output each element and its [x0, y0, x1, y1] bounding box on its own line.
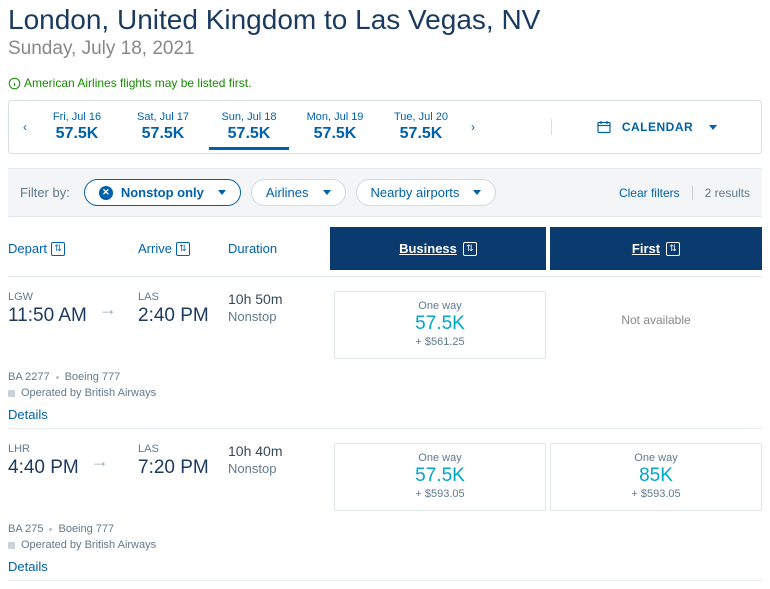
fare-business[interactable]: One way57.5K+ $561.25: [334, 291, 546, 359]
cabin-business-header[interactable]: Business ⇅: [330, 227, 546, 270]
date-cell-1[interactable]: Sat, Jul 17 57.5K: [123, 105, 203, 150]
arr-time: 2:40 PM: [138, 305, 228, 327]
details-link[interactable]: Details: [8, 559, 762, 574]
flight-number: BA 2277: [8, 371, 50, 383]
flight-meta: BA 275 Boeing 777: [8, 523, 762, 535]
info-icon: [8, 77, 21, 90]
calendar-label: CALENDAR: [622, 120, 693, 134]
carrier-indicator-icon: [8, 390, 15, 397]
filter-bar: Filter by: ✕ Nonstop only Airlines Nearb…: [8, 168, 762, 217]
flight-meta: BA 2277 Boeing 777: [8, 371, 762, 383]
fare-first-na: Not available: [550, 291, 762, 327]
date-price: 57.5K: [295, 125, 375, 143]
route-date: Sunday, July 18, 2021: [8, 38, 762, 60]
fare-type: One way: [335, 300, 545, 312]
duration-value: 10h 50m: [228, 291, 330, 307]
carrier-indicator-icon: [8, 542, 15, 549]
fare-cash: + $561.25: [335, 336, 545, 348]
date-cell-2[interactable]: Sun, Jul 18 57.5K: [209, 105, 289, 150]
sort-icon: ⇅: [666, 242, 680, 256]
chevron-down-icon: [473, 190, 481, 195]
chevron-down-icon: [323, 190, 331, 195]
arr-code: LAS: [138, 291, 228, 303]
route-arrow-icon: →: [91, 451, 109, 472]
details-link[interactable]: Details: [8, 407, 762, 422]
date-label: Mon, Jul 19: [295, 111, 375, 123]
dep-time: 4:40 PM: [8, 457, 79, 479]
date-label: Tue, Jul 20: [381, 111, 461, 123]
fare-miles: 57.5K: [335, 313, 545, 335]
arr-time: 7:20 PM: [138, 457, 228, 479]
date-carousel: ‹ Fri, Jul 1657.5KSat, Jul 1757.5KSun, J…: [8, 100, 762, 154]
date-label: Sat, Jul 17: [123, 111, 203, 123]
priority-notice: American Airlines flights may be listed …: [8, 76, 762, 90]
chevron-down-icon: [709, 125, 717, 130]
filter-nonstop-label: Nonstop only: [121, 185, 204, 200]
filter-nearby-label: Nearby airports: [371, 185, 460, 200]
fare-cash: + $593.05: [335, 488, 545, 500]
sort-arrive-label: Arrive: [138, 241, 172, 256]
filter-nonstop-pill[interactable]: ✕ Nonstop only: [84, 179, 241, 206]
calendar-button[interactable]: CALENDAR: [551, 119, 761, 135]
date-cell-0[interactable]: Fri, Jul 16 57.5K: [37, 105, 117, 150]
flight-row: LHR 4:40 PM → LAS 7:20 PM10h 40m Nonstop One w…: [8, 429, 762, 581]
results-header-row: Depart ⇅ Arrive ⇅ Duration Business ⇅ Fi…: [8, 227, 762, 270]
sort-depart-label: Depart: [8, 241, 47, 256]
fare-first[interactable]: One way85K+ $593.05: [550, 443, 762, 511]
sort-duration[interactable]: Duration: [228, 233, 330, 264]
date-label: Fri, Jul 16: [37, 111, 117, 123]
fare-cash: + $593.05: [551, 488, 761, 500]
date-next-button[interactable]: ›: [465, 112, 481, 142]
fare-type: One way: [551, 452, 761, 464]
operated-by: Operated by British Airways: [8, 539, 762, 551]
duration-value: 10h 40m: [228, 443, 330, 459]
clear-filters-link[interactable]: Clear filters: [619, 186, 680, 200]
aircraft-type: Boeing 777: [58, 523, 114, 535]
cabin-business-label: Business: [399, 241, 457, 256]
filter-airlines-pill[interactable]: Airlines: [251, 179, 346, 206]
date-price: 57.5K: [123, 125, 203, 143]
cabin-first-header[interactable]: First ⇅: [550, 227, 762, 270]
remove-filter-icon[interactable]: ✕: [99, 186, 113, 200]
sort-icon: ⇅: [176, 242, 190, 256]
cabin-first-label: First: [632, 241, 660, 256]
fare-type: One way: [335, 452, 545, 464]
dep-time: 11:50 AM: [8, 305, 87, 327]
stops-value: Nonstop: [228, 309, 330, 324]
dep-code: LHR: [8, 443, 79, 455]
results-count: 2 results: [692, 186, 750, 200]
filter-airlines-label: Airlines: [266, 185, 309, 200]
aircraft-type: Boeing 777: [65, 371, 121, 383]
filter-nearby-pill[interactable]: Nearby airports: [356, 179, 497, 206]
date-label: Sun, Jul 18: [209, 111, 289, 123]
sort-icon: ⇅: [51, 242, 65, 256]
chevron-down-icon: [218, 190, 226, 195]
fare-miles: 85K: [551, 465, 761, 487]
date-cell-4[interactable]: Tue, Jul 20 57.5K: [381, 105, 461, 150]
sort-duration-label: Duration: [228, 241, 277, 256]
date-price: 57.5K: [37, 125, 117, 143]
date-price: 57.5K: [209, 125, 289, 143]
stops-value: Nonstop: [228, 461, 330, 476]
date-cell-3[interactable]: Mon, Jul 19 57.5K: [295, 105, 375, 150]
sort-icon: ⇅: [463, 242, 477, 256]
flight-number: BA 275: [8, 523, 43, 535]
route-arrow-icon: →: [99, 299, 117, 320]
flight-row: LGW 11:50 AM → LAS 2:40 PM10h 50m Nonstop One …: [8, 277, 762, 429]
fare-business[interactable]: One way57.5K+ $593.05: [334, 443, 546, 511]
arr-code: LAS: [138, 443, 228, 455]
dep-code: LGW: [8, 291, 87, 303]
route-title: London, United Kingdom to Las Vegas, NV: [8, 4, 762, 36]
operated-by: Operated by British Airways: [8, 387, 762, 399]
sort-arrive[interactable]: Arrive ⇅: [138, 233, 228, 264]
fare-miles: 57.5K: [335, 465, 545, 487]
calendar-icon: [596, 119, 612, 135]
sort-depart[interactable]: Depart ⇅: [8, 233, 138, 264]
date-prev-button[interactable]: ‹: [17, 112, 33, 142]
filter-label: Filter by:: [20, 185, 70, 200]
notice-text: American Airlines flights may be listed …: [24, 76, 251, 90]
date-price: 57.5K: [381, 125, 461, 143]
